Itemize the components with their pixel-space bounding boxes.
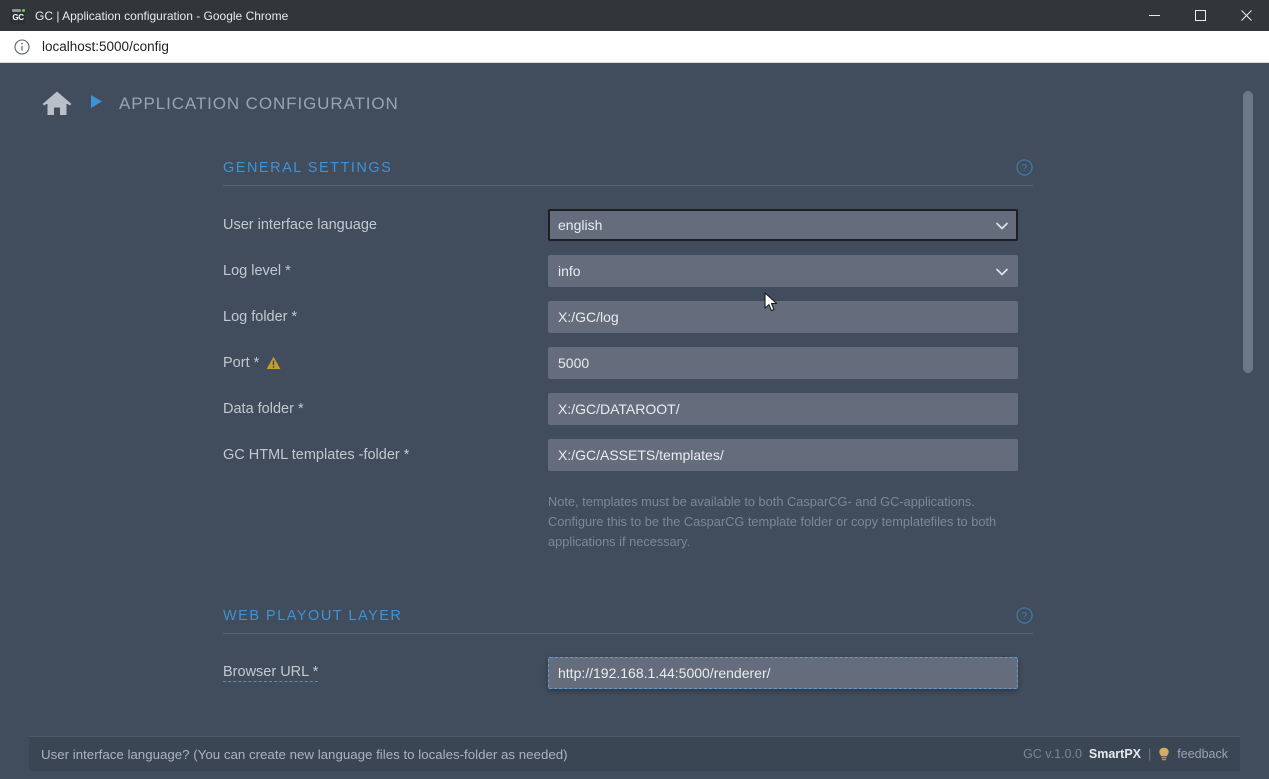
page-title: APPLICATION CONFIGURATION <box>119 94 399 113</box>
chevron-down-icon <box>996 217 1008 233</box>
footer-right: GC v.1.0.0 SmartPX | feedback <box>1023 747 1228 762</box>
page-viewport: APPLICATION CONFIGURATION GENERAL SETTIN… <box>0 63 1269 779</box>
config-content: GENERAL SETTINGS ? User interface langua… <box>223 159 1033 696</box>
port-value: 5000 <box>558 355 590 371</box>
log-level-value: info <box>558 263 581 279</box>
row-gc-html-templates-folder: GC HTML templates -folder * X:/GC/ASSETS… <box>223 432 1033 478</box>
status-bar: User interface language? (You can create… <box>29 736 1240 771</box>
app-version: GC v.1.0.0 <box>1023 747 1082 761</box>
window-title: GC | Application configuration - Google … <box>35 8 289 23</box>
gc-html-templates-folder-value: X:/GC/ASSETS/templates/ <box>558 447 724 463</box>
section-general-settings: GENERAL SETTINGS ? User interface langua… <box>223 159 1033 551</box>
label-port-text: Port * <box>223 355 260 371</box>
app-header: APPLICATION CONFIGURATION <box>42 89 399 119</box>
home-icon[interactable] <box>42 89 72 119</box>
status-message: User interface language? (You can create… <box>41 746 568 762</box>
warning-triangle-icon <box>266 356 281 370</box>
browser-toolbar: localhost:5000/config <box>0 31 1269 63</box>
feedback-link[interactable]: feedback <box>1177 747 1228 761</box>
help-circle-icon[interactable]: ? <box>1016 159 1033 176</box>
port-input[interactable]: 5000 <box>548 347 1018 379</box>
label-browser-url: Browser URL * <box>223 664 319 683</box>
log-folder-input[interactable]: X:/GC/log <box>548 301 1018 333</box>
svg-text:?: ? <box>1022 612 1028 623</box>
general-settings-rows: User interface language english Log leve… <box>223 202 1033 551</box>
label-log-level: Log level * <box>223 263 291 279</box>
section-header: WEB PLAYOUT LAYER ? <box>223 607 1033 635</box>
label-log-folder: Log folder * <box>223 309 298 325</box>
scrollbar-thumb[interactable] <box>1243 91 1253 373</box>
window-controls <box>1131 0 1269 31</box>
user-interface-language-select[interactable]: english <box>548 209 1018 241</box>
row-log-folder: Log folder * X:/GC/log <box>223 294 1033 340</box>
log-level-select[interactable]: info <box>548 255 1018 287</box>
help-circle-icon[interactable]: ? <box>1016 607 1033 625</box>
gc-html-templates-folder-input[interactable]: X:/GC/ASSETS/templates/ <box>548 439 1018 471</box>
data-folder-input[interactable]: X:/GC/DATAROOT/ <box>548 393 1018 425</box>
title-bar: GC GC | Application configuration - Goog… <box>0 0 1269 31</box>
section-header: GENERAL SETTINGS ? <box>223 159 1033 186</box>
brand-name: SmartPX <box>1088 747 1142 761</box>
section-web-playout-layer: WEB PLAYOUT LAYER ? Browser URL * http:/… <box>223 607 1033 696</box>
content-scrollbar[interactable] <box>1243 91 1253 691</box>
web-playout-rows: Browser URL * http://192.168.1.44:5000/r… <box>223 650 1033 696</box>
row-browser-url: Browser URL * http://192.168.1.44:5000/r… <box>223 650 1033 696</box>
user-interface-language-value: english <box>558 217 603 233</box>
play-triangle-icon <box>90 94 103 114</box>
row-log-level: Log level * info <box>223 248 1033 294</box>
row-user-interface-language: User interface language english <box>223 202 1033 248</box>
label-browser-url-wrap: Browser URL * <box>223 664 548 683</box>
log-folder-value: X:/GC/log <box>558 309 619 325</box>
row-port: Port * 5000 <box>223 340 1033 386</box>
svg-text:?: ? <box>1022 163 1028 174</box>
label-user-interface-language: User interface language <box>223 217 377 233</box>
maximize-button[interactable] <box>1177 0 1223 31</box>
info-circle-icon[interactable] <box>14 38 30 55</box>
section-title: WEB PLAYOUT LAYER <box>223 607 403 624</box>
browser-window: GC GC | Application configuration - Goog… <box>0 0 1269 779</box>
templates-note: Note, templates must be available to bot… <box>548 494 997 549</box>
label-gc-html-templates-folder: GC HTML templates -folder * <box>223 447 410 463</box>
label-port: Port * <box>223 355 548 371</box>
row-data-folder: Data folder * X:/GC/DATAROOT/ <box>223 386 1033 432</box>
close-button[interactable] <box>1223 0 1269 31</box>
minimize-button[interactable] <box>1131 0 1177 31</box>
address-bar-url: localhost:5000/config <box>42 39 169 54</box>
gc-favicon: GC <box>10 7 26 24</box>
address-bar[interactable]: localhost:5000/config <box>0 32 1269 62</box>
favicon-label: GC <box>12 12 24 22</box>
chevron-down-icon <box>996 263 1008 279</box>
label-data-folder: Data folder * <box>223 401 304 417</box>
data-folder-value: X:/GC/DATAROOT/ <box>558 401 680 417</box>
footer-separator: | <box>1148 747 1152 761</box>
browser-url-input[interactable]: http://192.168.1.44:5000/renderer/ <box>548 657 1018 690</box>
browser-url-value: http://192.168.1.44:5000/renderer/ <box>558 665 771 682</box>
section-title: GENERAL SETTINGS <box>223 159 393 176</box>
lightbulb-icon[interactable] <box>1158 747 1170 762</box>
